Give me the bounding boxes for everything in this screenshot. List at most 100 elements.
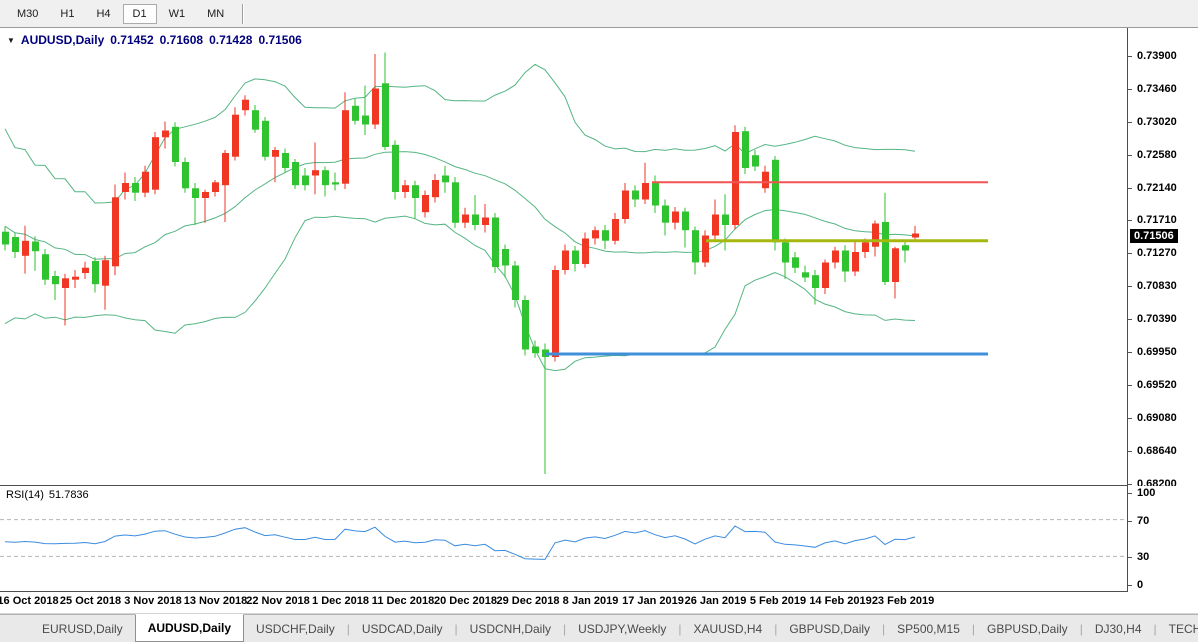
rsi-pane[interactable]: RSI(14) 51.7836 [0, 486, 1128, 592]
chart-tab-tech100[interactable]: TECH100,H [1157, 615, 1198, 642]
price-axis-label: 0.70390 [1137, 313, 1177, 326]
chart-tab-usdjpy[interactable]: USDJPY,Weekly [566, 615, 678, 642]
ohlc-low: 0.71428 [209, 33, 253, 47]
price-tick [1128, 384, 1132, 386]
candle [672, 207, 679, 230]
price-tick [1128, 319, 1132, 321]
candle [302, 168, 309, 191]
candle [292, 159, 299, 189]
candle-body [622, 190, 629, 219]
candle-body [792, 257, 799, 268]
timeframe-button-m30[interactable]: M30 [7, 4, 48, 24]
price-tick [1128, 89, 1132, 90]
candle [92, 257, 99, 293]
candle [522, 295, 529, 356]
price-axis-label: 0.73460 [1137, 83, 1177, 95]
price-axis: 0.73900 0.73460 0.73020 0.72580 0.72140 0.717… [1128, 28, 1198, 490]
candle-body [212, 182, 219, 192]
candle-body [162, 130, 169, 138]
candle-body [132, 183, 139, 193]
candle [882, 192, 889, 285]
candle-body [222, 153, 229, 186]
candle-body [62, 278, 69, 288]
candle-body [32, 241, 39, 252]
candle [812, 270, 819, 305]
candle [652, 175, 659, 213]
chart-tab-usdchf[interactable]: USDCHF,Daily [244, 615, 347, 642]
candle [572, 246, 579, 272]
chart-tab-gbpusd[interactable]: GBPUSD,Daily [777, 615, 882, 642]
candle [422, 190, 429, 218]
candle [192, 183, 199, 225]
chart-tab-eurusd[interactable]: EURUSD,Daily [30, 615, 135, 642]
date-label: 5 Feb 2019 [749, 595, 807, 607]
price-axis-label: 0.71270 [1137, 247, 1177, 260]
candle [872, 220, 879, 257]
price-axis-label: 0.69080 [1137, 411, 1177, 424]
candle [2, 226, 9, 251]
candle-body [652, 183, 659, 206]
candle-body [592, 230, 599, 239]
candle [102, 255, 109, 310]
candle-body [102, 260, 109, 286]
chart-tab-audusd[interactable]: AUDUSD,Daily [134, 614, 245, 642]
rsi-canvas[interactable] [0, 486, 1126, 590]
price-axis-label: 0.73020 [1137, 116, 1177, 128]
candle [502, 244, 509, 278]
rsi-axis: 100 70 30 0 [1128, 486, 1198, 592]
chart-tab-sp500[interactable]: SP500,M15 [885, 615, 972, 642]
candle-body [392, 144, 399, 192]
rsi-name: RSI(14) [6, 489, 44, 501]
price-axis-label: 0.71710 [1137, 214, 1177, 227]
date-label: 20 Dec 2018 [434, 595, 497, 607]
candle-body [442, 175, 449, 183]
candle-body [642, 183, 649, 200]
price-tick [1128, 220, 1132, 222]
main-chart-pane[interactable]: ▼ AUDUSD,Daily 0.71452 0.71608 0.71428 0… [0, 28, 1128, 486]
candle-body [322, 170, 329, 186]
candle [262, 117, 269, 161]
price-tick [1128, 188, 1132, 189]
chart-tab-usdcnh[interactable]: USDCNH,Daily [458, 615, 563, 642]
date-label: 29 Dec 2018 [496, 595, 560, 607]
rsi-value: 51.7836 [48, 489, 89, 501]
date-label: 23 Feb 2019 [871, 595, 935, 607]
chart-tab-dj30[interactable]: DJ30,H4 [1083, 615, 1154, 642]
timeframe-button-d1[interactable]: D1 [122, 3, 157, 24]
candle [242, 95, 249, 116]
candle-body [892, 248, 899, 282]
chart-tab-xauusd[interactable]: XAUUSD,H4 [682, 615, 775, 642]
candle [742, 126, 749, 174]
candle [342, 92, 349, 189]
candle-body [552, 270, 559, 357]
price-tick [1128, 122, 1132, 123]
timeframe-button-h4[interactable]: H4 [86, 4, 120, 24]
candle [852, 240, 859, 276]
chart-tab-usdcad[interactable]: USDCAD,Daily [350, 615, 455, 642]
candle-body [752, 155, 759, 167]
candle-body [72, 276, 79, 280]
chart-title: ▼ AUDUSD,Daily 0.71452 0.71608 0.71428 0… [7, 33, 302, 47]
candle [12, 232, 19, 258]
timeframe-button-w1[interactable]: W1 [159, 4, 196, 24]
candle [802, 265, 809, 282]
toolbar-separator [242, 3, 245, 24]
timeframe-button-h1[interactable]: H1 [50, 4, 84, 24]
timeframe-button-mn[interactable]: MN [197, 4, 234, 24]
candle [72, 270, 79, 288]
candle-body [192, 188, 199, 198]
chart-tab-gbpusd[interactable]: GBPUSD,Daily [975, 615, 1080, 642]
candle-body [412, 185, 419, 198]
rsi-tick [1128, 585, 1132, 586]
candle-body [282, 153, 289, 168]
price-chart-canvas[interactable] [0, 28, 1126, 484]
candle [622, 183, 629, 224]
rsi-tick [1128, 493, 1132, 494]
candle-body [342, 110, 349, 184]
candle [382, 52, 389, 150]
candle-body [42, 254, 49, 280]
candle-body [472, 214, 479, 225]
price-axis-label: 0.73900 [1137, 50, 1177, 62]
symbol-dropdown-icon[interactable]: ▼ [7, 36, 15, 45]
candle [822, 259, 829, 294]
